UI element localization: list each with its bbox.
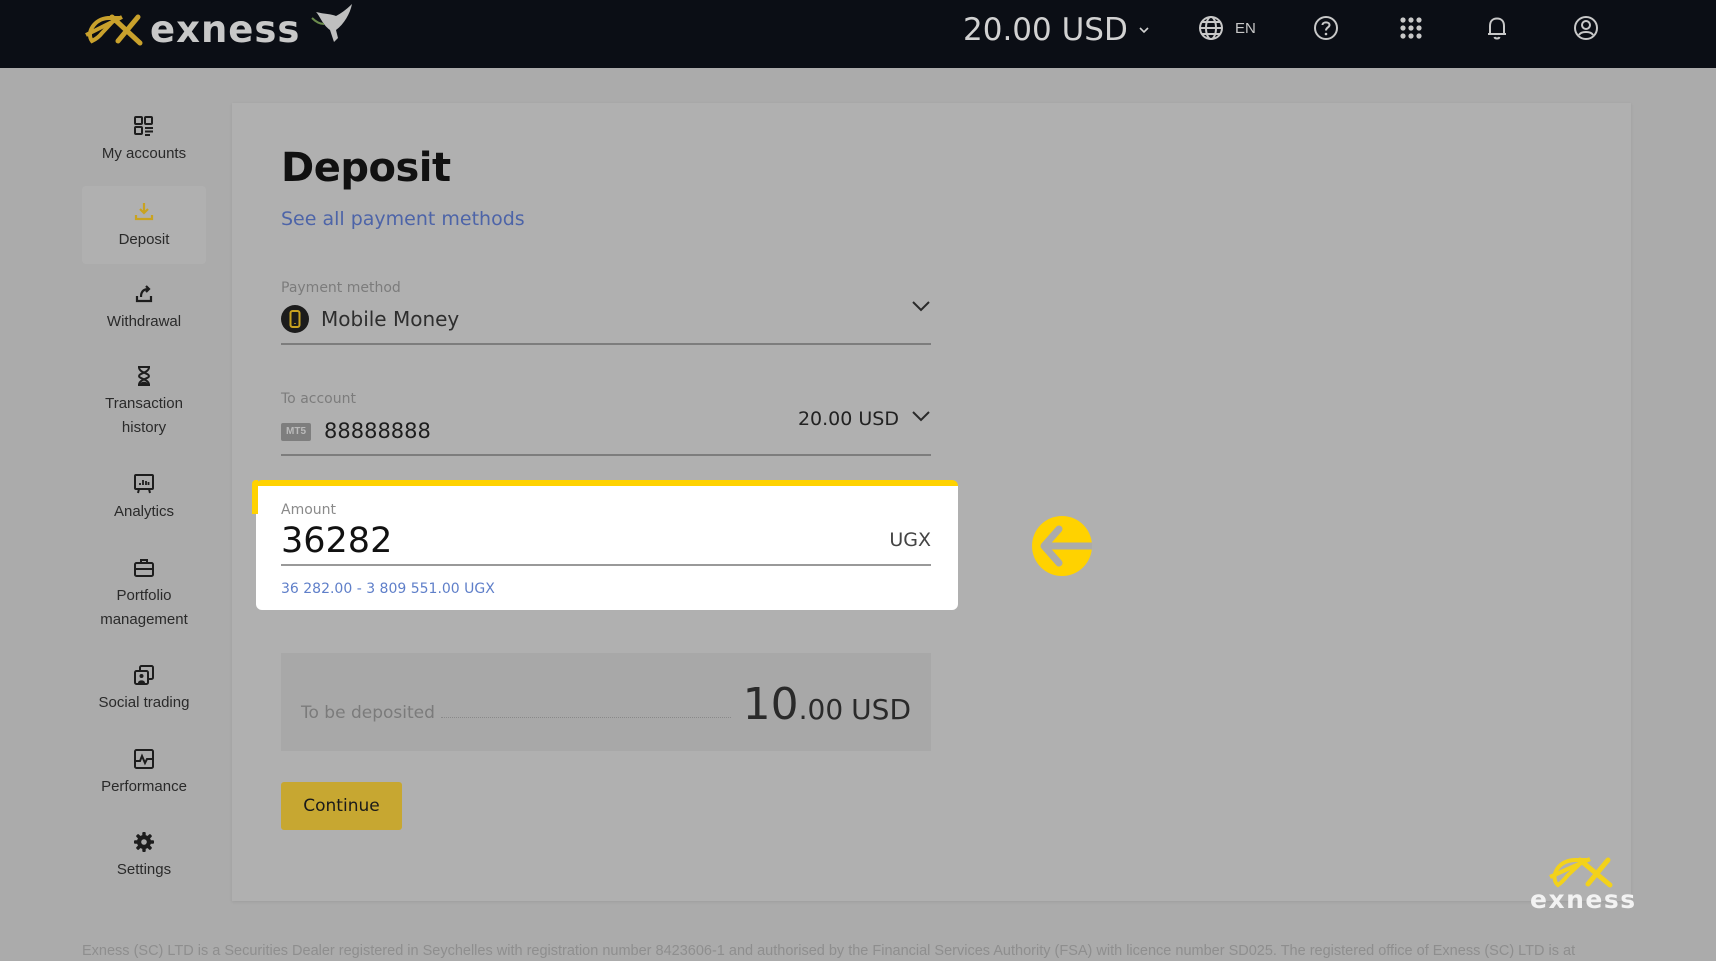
sidebar-item-deposit[interactable]: Deposit bbox=[82, 186, 206, 264]
chevron-down-icon bbox=[912, 301, 930, 312]
sidebar-item-label: history bbox=[121, 419, 167, 436]
watermark-brand-name: exness bbox=[1530, 885, 1637, 914]
page: exness 20.00 USD EN My accounts Deposit … bbox=[0, 0, 1716, 961]
hourglass-icon bbox=[137, 366, 151, 386]
to-be-deposited-label: To be deposited bbox=[301, 703, 435, 723]
dotted-leader bbox=[441, 717, 731, 718]
continue-button[interactable]: Continue bbox=[281, 782, 402, 830]
payment-method-select[interactable]: Mobile Money bbox=[281, 301, 931, 345]
sidebar-item-transaction-history[interactable]: Transaction history bbox=[82, 364, 206, 446]
dove-icon bbox=[311, 4, 352, 42]
sidebar-item-social-trading[interactable]: Social trading bbox=[82, 663, 206, 721]
sidebar-item-label: Performance bbox=[101, 778, 187, 795]
sidebar-item-label: Portfolio bbox=[116, 587, 172, 604]
to-account-label: To account bbox=[281, 391, 356, 407]
sidebar-item-my-accounts[interactable]: My accounts bbox=[82, 114, 206, 172]
accounts-grid-icon bbox=[134, 116, 153, 136]
brand-name: exness bbox=[150, 7, 301, 51]
to-account-select[interactable]: MT5 88888888 20.00 USD bbox=[281, 408, 931, 456]
briefcase-icon bbox=[134, 559, 154, 577]
analytics-board-icon bbox=[134, 474, 154, 494]
top-header: exness 20.00 USD EN bbox=[0, 0, 1716, 68]
profile-icon[interactable] bbox=[1571, 13, 1601, 43]
amount-range-hint: 36 282.00 - 3 809 551.00 UGX bbox=[281, 581, 495, 597]
see-all-payment-methods-link[interactable]: See all payment methods bbox=[281, 208, 525, 230]
mobile-phone-icon bbox=[281, 305, 309, 333]
withdrawal-icon bbox=[135, 285, 153, 303]
to-be-deposited-summary: To be deposited 10.00 USD bbox=[281, 653, 931, 751]
help-icon[interactable] bbox=[1311, 13, 1341, 43]
globe-icon[interactable] bbox=[1196, 13, 1226, 43]
sidebar-item-settings[interactable]: Settings bbox=[82, 830, 206, 888]
sidebar-item-analytics[interactable]: Analytics bbox=[82, 472, 206, 530]
mt5-badge: MT5 bbox=[281, 423, 311, 441]
deposit-integer: 10 bbox=[742, 679, 799, 730]
sidebar-item-portfolio-management[interactable]: Portfolio management bbox=[82, 556, 206, 638]
account-number: 88888888 bbox=[324, 419, 431, 443]
bell-icon[interactable] bbox=[1482, 13, 1512, 43]
apps-grid-icon[interactable] bbox=[1396, 13, 1426, 43]
sidebar-item-label: Social trading bbox=[98, 694, 190, 711]
chevron-down-icon bbox=[1139, 27, 1149, 34]
sidebar-item-label: management bbox=[100, 611, 188, 628]
sidebar-item-label: Withdrawal bbox=[106, 313, 182, 330]
deposit-decimals: .00 bbox=[798, 693, 844, 726]
arrow-left-pointer-icon bbox=[1032, 516, 1092, 576]
exness-logo-mark-icon bbox=[85, 14, 143, 46]
deposit-icon bbox=[134, 203, 154, 221]
gear-icon bbox=[134, 832, 154, 852]
page-title: Deposit bbox=[281, 145, 451, 191]
sidebar-item-performance[interactable]: Performance bbox=[82, 747, 206, 805]
amount-underline bbox=[281, 564, 931, 566]
sidebar-item-label: My accounts bbox=[101, 145, 187, 162]
balance-selector[interactable]: 20.00 USD bbox=[963, 10, 1150, 50]
language-selector[interactable]: EN bbox=[1235, 20, 1256, 37]
account-balance: 20.00 USD bbox=[797, 408, 899, 430]
exness-watermark: exness bbox=[1530, 855, 1637, 915]
social-trading-icon bbox=[134, 665, 154, 685]
amount-label: Amount bbox=[281, 502, 337, 518]
performance-chart-icon bbox=[134, 749, 154, 769]
payment-method-value: Mobile Money bbox=[321, 307, 460, 331]
exness-logo-mark-icon bbox=[1549, 857, 1613, 888]
legal-footer: Exness (SC) LTD is a Securities Dealer r… bbox=[82, 943, 1576, 959]
to-be-deposited-value: 10.00 USD bbox=[743, 679, 911, 730]
sidebar-item-label: Deposit bbox=[118, 231, 170, 248]
exness-logo[interactable]: exness bbox=[82, 6, 300, 52]
deposit-currency: USD bbox=[851, 693, 911, 726]
chevron-down-icon bbox=[912, 411, 930, 422]
sidebar-item-label: Transaction bbox=[105, 395, 183, 412]
header-balance: 20.00 USD bbox=[963, 12, 1128, 48]
sidebar-item-label: Analytics bbox=[113, 503, 175, 520]
payment-method-label: Payment method bbox=[281, 280, 401, 296]
amount-currency: UGX bbox=[889, 529, 931, 551]
amount-input[interactable] bbox=[281, 520, 886, 562]
sidebar-item-label: Settings bbox=[116, 861, 172, 878]
amount-field-card: Amount UGX 36 282.00 - 3 809 551.00 UGX bbox=[252, 480, 958, 610]
sidebar-item-withdrawal[interactable]: Withdrawal bbox=[82, 282, 206, 340]
